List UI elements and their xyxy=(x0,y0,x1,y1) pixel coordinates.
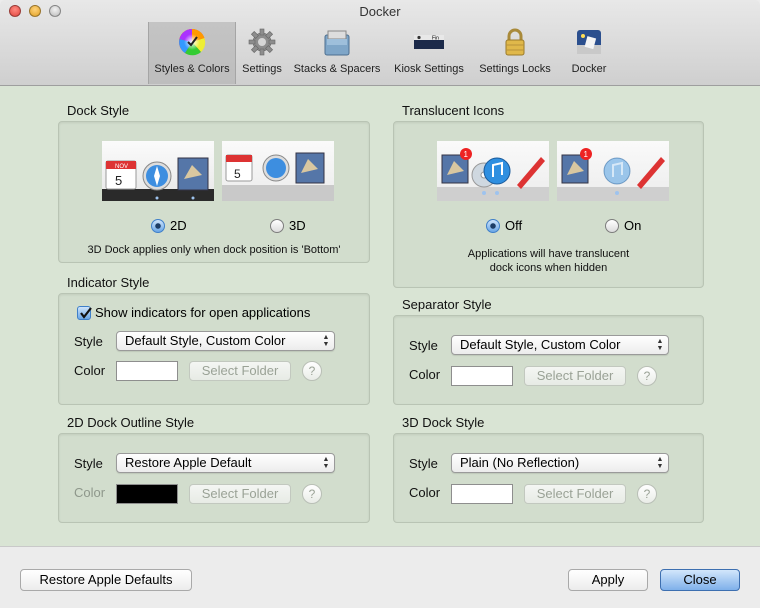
outline-color-well[interactable] xyxy=(116,484,178,504)
color-wheel-icon xyxy=(179,28,206,56)
tab-label: Settings xyxy=(242,63,282,75)
dock-style-2d-radio[interactable] xyxy=(151,219,165,233)
tab-label: Stacks & Spacers xyxy=(293,63,381,75)
kiosk-icon-text: Fin xyxy=(432,36,439,42)
gear-icon xyxy=(248,28,276,56)
translucent-off-preview: 1 xyxy=(437,141,549,201)
calendar-day-text: 5 xyxy=(115,173,122,188)
padlock-icon xyxy=(505,28,525,56)
translucent-off-label[interactable]: Off xyxy=(505,218,522,233)
window-title: Docker xyxy=(359,4,401,19)
outline-color-label: Color xyxy=(74,485,106,500)
popup-arrows-icon: ▲ ▼ xyxy=(656,338,664,352)
indicator-color-well[interactable] xyxy=(116,361,178,381)
tab-docker[interactable]: Docker xyxy=(562,22,616,84)
show-indicators-checkbox[interactable] xyxy=(77,306,92,320)
dock-style-title: Dock Style xyxy=(67,103,130,118)
dock3d-style-group: Style Plain (No Reflection) ▲ ▼ Color Sel… xyxy=(393,433,704,523)
kiosk-menubar-icon: Fin xyxy=(414,35,444,49)
badge-count: 1 xyxy=(464,150,469,159)
footer-bar: Restore Apple Defaults Apply Close xyxy=(0,546,760,608)
separator-color-label: Color xyxy=(409,367,441,382)
separator-style-popup[interactable]: Default Style, Custom Color ▲ ▼ xyxy=(451,335,669,355)
toolbar: Styles & Colors Settings Stacks & Spacer… xyxy=(0,22,760,84)
indicator-style-value: Default Style, Custom Color xyxy=(125,333,286,348)
outline-style-label: Style xyxy=(74,456,103,471)
translucent-on-preview: 1 xyxy=(557,141,669,201)
separator-style-group: Style Default Style, Custom Color ▲ ▼ Col… xyxy=(393,315,704,405)
indicator-style-title: Indicator Style xyxy=(67,275,150,290)
outline-style-value: Restore Apple Default xyxy=(125,455,252,470)
tab-kiosk-settings[interactable]: Fin Kiosk Settings xyxy=(388,22,470,84)
tab-stacks-spacers[interactable]: Stacks & Spacers xyxy=(290,22,384,84)
checkmark-icon xyxy=(80,307,92,319)
stacks-icon xyxy=(324,30,350,56)
dock3d-select-folder-button[interactable]: Select Folder xyxy=(524,484,626,504)
dock-style-3d-radio[interactable] xyxy=(270,219,284,233)
dock-3d-preview: 5 xyxy=(222,141,334,201)
dock3d-help-button[interactable]: ? xyxy=(637,484,657,504)
popup-arrows-icon: ▲ ▼ xyxy=(322,334,330,348)
dock-style-note: 3D Dock applies only when dock position … xyxy=(87,244,341,256)
styles-colors-pane: Dock Style NOV 5 5 2D 3D 3D Dock applies… xyxy=(0,86,760,546)
outline-select-folder-button[interactable]: Select Folder xyxy=(189,484,291,504)
restore-apple-defaults-button[interactable]: Restore Apple Defaults xyxy=(20,569,192,591)
tab-settings-locks[interactable]: Settings Locks xyxy=(474,22,556,84)
dock-style-group: NOV 5 5 2D 3D 3D Dock applies only when … xyxy=(58,121,370,263)
translucent-off-radio[interactable] xyxy=(486,219,500,233)
popup-arrows-icon: ▲ ▼ xyxy=(322,456,330,470)
popup-arrows-icon: ▲ ▼ xyxy=(656,456,664,470)
calendar-day-text: 5 xyxy=(234,167,241,181)
separator-style-label: Style xyxy=(409,338,438,353)
dock-style-2d-label[interactable]: 2D xyxy=(170,218,187,233)
dock-2d-preview: NOV 5 xyxy=(102,141,214,201)
tab-settings[interactable]: Settings xyxy=(236,22,288,84)
dock3d-style-label: Style xyxy=(409,456,438,471)
calendar-month-text: NOV xyxy=(115,164,128,170)
tab-label: Styles & Colors xyxy=(154,63,230,75)
docker-window: Docker Styles & Colors Settings Stacks &… xyxy=(0,0,760,608)
separator-style-value: Default Style, Custom Color xyxy=(460,337,621,352)
separator-color-well[interactable] xyxy=(451,366,513,386)
tab-styles-colors[interactable]: Styles & Colors xyxy=(148,22,236,84)
indicator-style-popup[interactable]: Default Style, Custom Color ▲ ▼ xyxy=(116,331,335,351)
translucent-icons-title: Translucent Icons xyxy=(402,103,505,118)
separator-select-folder-button[interactable]: Select Folder xyxy=(524,366,626,386)
translucent-on-radio[interactable] xyxy=(605,219,619,233)
dock3d-color-label: Color xyxy=(409,485,441,500)
dock3d-style-title: 3D Dock Style xyxy=(402,415,485,430)
dock3d-style-popup[interactable]: Plain (No Reflection) ▲ ▼ xyxy=(451,453,669,473)
translucent-on-label[interactable]: On xyxy=(624,218,641,233)
show-indicators-label[interactable]: Show indicators for open applications xyxy=(95,305,310,320)
dock3d-color-well[interactable] xyxy=(451,484,513,504)
outline-style-title: 2D Dock Outline Style xyxy=(67,415,195,430)
title-bar: Docker Styles & Colors Settings Stacks &… xyxy=(0,0,760,86)
docker-app-icon xyxy=(577,30,601,54)
tab-label: Settings Locks xyxy=(479,63,551,75)
separator-help-button[interactable]: ? xyxy=(637,366,657,386)
tab-label: Kiosk Settings xyxy=(394,63,464,75)
outline-style-popup[interactable]: Restore Apple Default ▲ ▼ xyxy=(116,453,335,473)
outline-help-button[interactable]: ? xyxy=(302,484,322,504)
indicator-style-group: Show indicators for open applications St… xyxy=(58,293,370,405)
indicator-help-button[interactable]: ? xyxy=(302,361,322,381)
apply-button[interactable]: Apply xyxy=(568,569,648,591)
outline-style-group: Style Restore Apple Default ▲ ▼ Color Sel… xyxy=(58,433,370,523)
indicator-select-folder-button[interactable]: Select Folder xyxy=(189,361,291,381)
tab-label: Docker xyxy=(571,63,607,75)
indicator-style-label: Style xyxy=(74,334,103,349)
close-button[interactable]: Close xyxy=(660,569,740,591)
separator-style-title: Separator Style xyxy=(402,297,492,312)
translucent-note-line1: Applications will have translucent xyxy=(467,248,630,260)
badge-count: 1 xyxy=(584,150,589,159)
dock3d-style-value: Plain (No Reflection) xyxy=(460,455,580,470)
translucent-icons-group: 1 1 Off On Applications will have transl… xyxy=(393,121,704,288)
dock-style-3d-label[interactable]: 3D xyxy=(289,218,306,233)
translucent-note-line2: dock icons when hidden xyxy=(489,262,608,274)
indicator-color-label: Color xyxy=(74,363,106,378)
